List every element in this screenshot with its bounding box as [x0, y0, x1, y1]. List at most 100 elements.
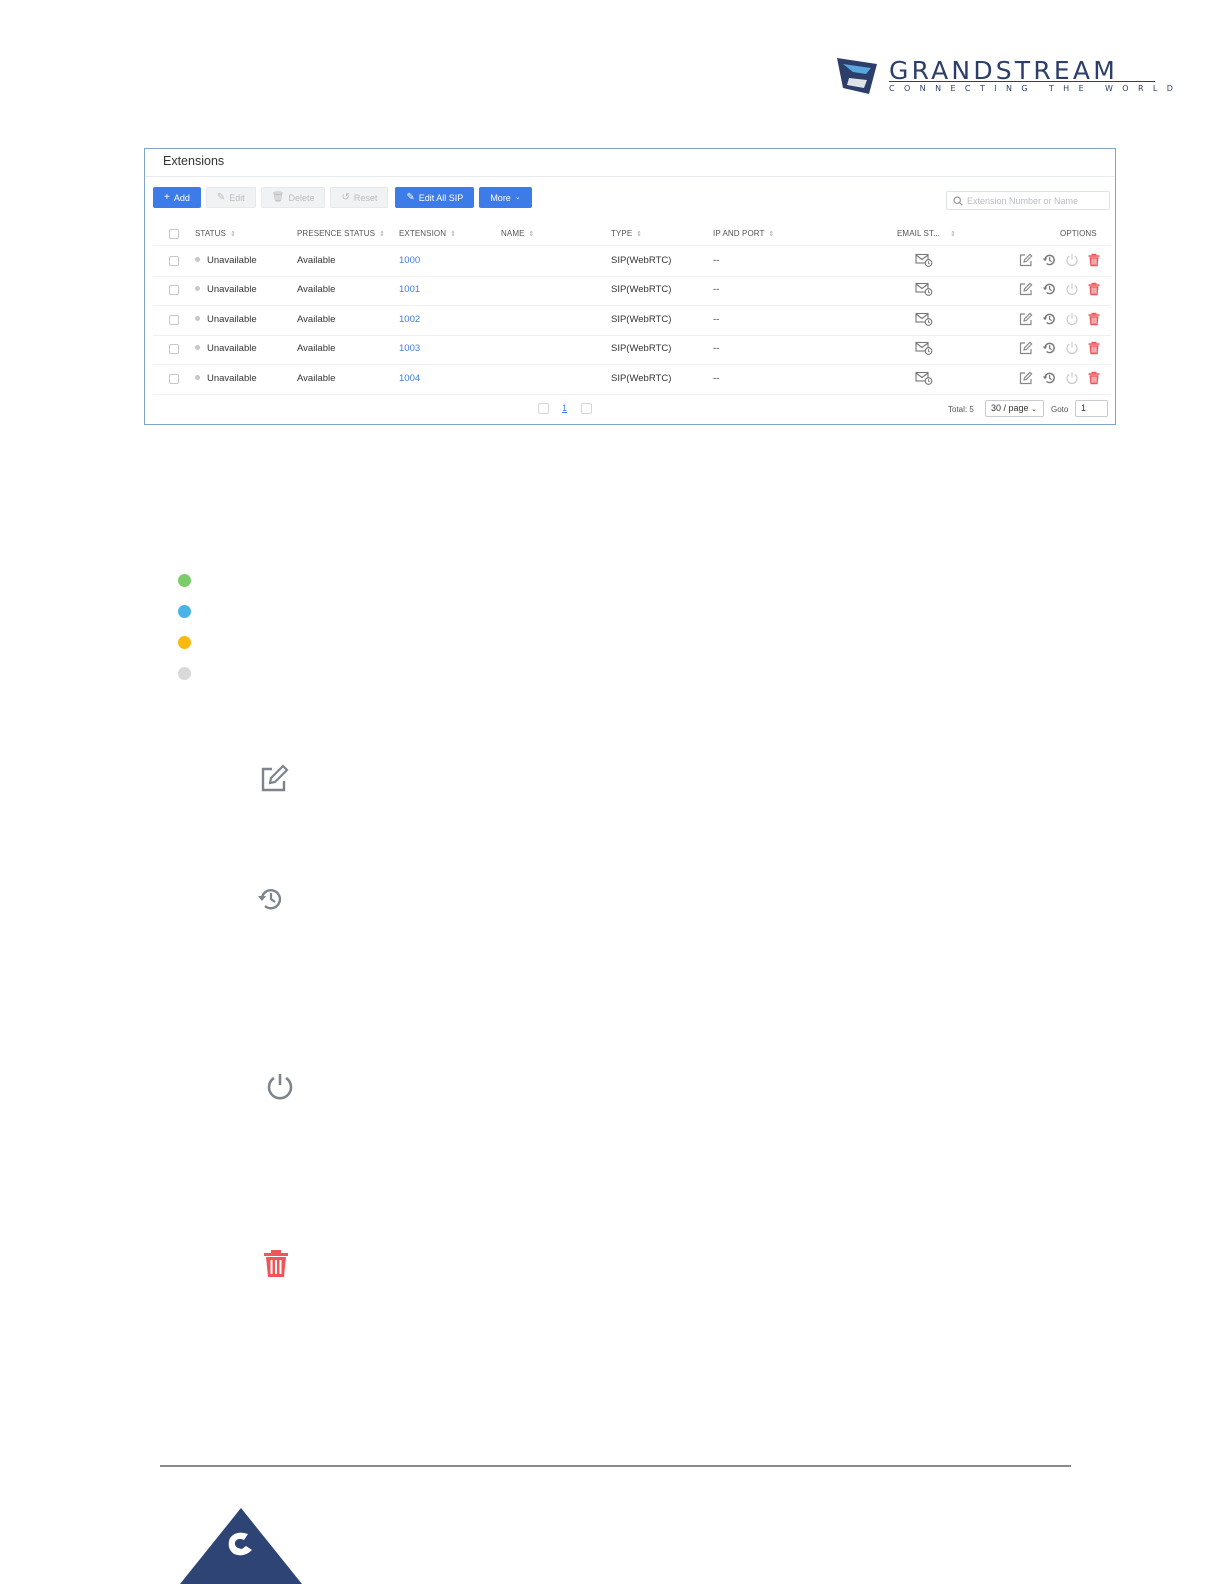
status-cell: Unavailable [195, 284, 257, 295]
column-email-status[interactable]: EMAIL ST... ⇕ [897, 229, 956, 238]
sort-icon: ⇕ [950, 231, 957, 238]
grandstream-logo: GRANDSTREAM CONNECTING THE WORLD [833, 54, 1173, 100]
trash-icon: 🗑 [271, 191, 285, 203]
page-size-value: 30 / page [991, 403, 1029, 413]
ip-port-cell: -- [713, 255, 720, 266]
page-size-select[interactable]: 30 / page ⌄ [985, 400, 1044, 417]
footer-divider [160, 1465, 1071, 1467]
power-icon[interactable] [1065, 341, 1079, 355]
table-row: Unavailable Available 1003 SIP(WebRTC) -- [153, 335, 1111, 365]
brand-divider [889, 81, 1155, 82]
total-count: Total: 5 [948, 405, 974, 414]
reset-history-icon: ↺ [341, 191, 350, 203]
sort-icon: ⇕ [229, 231, 236, 238]
trash-icon[interactable] [1087, 312, 1101, 326]
add-button[interactable]: + Add [153, 187, 201, 208]
email-status-icon[interactable] [915, 282, 933, 296]
trash-icon[interactable] [1087, 371, 1101, 385]
edit-icon: ✎ [216, 191, 226, 203]
extension-link[interactable]: 1002 [399, 314, 420, 325]
prev-page-button[interactable] [538, 403, 549, 414]
reset-history-icon[interactable] [1042, 253, 1056, 267]
presence-cell: Available [297, 255, 336, 266]
goto-input-value: 1 [1081, 403, 1087, 413]
column-presence[interactable]: PRESENCE STATUS ⇕ [297, 229, 385, 238]
status-dot-gray [178, 667, 191, 680]
page-number[interactable]: 1 [562, 403, 567, 413]
edit-icon[interactable] [1019, 371, 1033, 385]
column-name[interactable]: NAME ⇕ [501, 229, 534, 238]
table-row: Unavailable Available 1001 SIP(WebRTC) -- [153, 276, 1111, 306]
status-dot [195, 316, 200, 321]
status-cell: Unavailable [195, 314, 257, 325]
column-ip-port[interactable]: IP AND PORT ⇕ [713, 229, 774, 238]
chevron-down-icon: ⌄ [514, 194, 521, 201]
status-text: Unavailable [207, 343, 257, 354]
column-type-label: TYPE [611, 229, 633, 238]
row-checkbox[interactable] [169, 315, 179, 325]
column-type[interactable]: TYPE ⇕ [611, 229, 642, 238]
extension-link[interactable]: 1004 [399, 373, 420, 384]
column-options: OPTIONS [1060, 229, 1097, 238]
search-icon [953, 195, 963, 206]
reset-history-icon[interactable] [1042, 282, 1056, 296]
ip-port-cell: -- [713, 373, 720, 384]
edit-icon[interactable] [1019, 341, 1033, 355]
row-checkbox[interactable] [169, 374, 179, 384]
more-button[interactable]: More ⌄ [479, 187, 532, 208]
email-status-icon[interactable] [915, 341, 933, 355]
column-status[interactable]: STATUS ⇕ [195, 229, 236, 238]
goto-input[interactable]: 1 [1075, 400, 1108, 417]
status-text: Unavailable [207, 373, 257, 384]
brand-tagline: CONNECTING THE WORLD [889, 84, 1183, 93]
edit-icon[interactable] [1019, 312, 1033, 326]
delete-button[interactable]: 🗑 Delete [260, 187, 326, 208]
edit-button[interactable]: ✎ Edit [205, 187, 256, 208]
presence-cell: Available [297, 284, 336, 295]
search-box [946, 191, 1110, 210]
reset-history-icon[interactable] [1042, 371, 1056, 385]
edit-icon[interactable] [1019, 282, 1033, 296]
power-icon[interactable] [1065, 282, 1079, 296]
status-text: Unavailable [207, 255, 257, 266]
extension-link[interactable]: 1003 [399, 343, 420, 354]
edit-icon [261, 764, 289, 792]
power-icon[interactable] [1065, 371, 1079, 385]
column-extension[interactable]: EXTENSION ⇕ [399, 229, 456, 238]
reset-history-icon[interactable] [1042, 341, 1056, 355]
table-header: STATUS ⇕ PRESENCE STATUS ⇕ EXTENSION ⇕ NAME… [153, 223, 1111, 246]
row-checkbox[interactable] [169, 285, 179, 295]
email-status-icon[interactable] [915, 312, 933, 326]
row-checkbox[interactable] [169, 256, 179, 266]
status-cell: Unavailable [195, 343, 257, 354]
trash-icon [264, 1250, 288, 1277]
trash-icon[interactable] [1087, 341, 1101, 355]
search-input[interactable] [967, 195, 1107, 206]
select-all-checkbox[interactable] [169, 229, 179, 239]
ip-port-cell: -- [713, 343, 720, 354]
pagination: 1 Total: 5 30 / page ⌄ Goto 1 [145, 399, 1115, 419]
next-page-button[interactable] [581, 403, 592, 414]
goto-label: Goto [1051, 405, 1069, 414]
sort-icon: ⇕ [379, 231, 386, 238]
email-status-icon[interactable] [915, 371, 933, 385]
trash-icon[interactable] [1087, 253, 1101, 267]
column-status-label: STATUS [195, 229, 226, 238]
status-text: Unavailable [207, 284, 257, 295]
edit-icon[interactable] [1019, 253, 1033, 267]
email-status-icon[interactable] [915, 253, 933, 267]
trash-icon[interactable] [1087, 282, 1101, 296]
delete-button-label: Delete [288, 192, 315, 203]
extension-link[interactable]: 1000 [399, 255, 420, 266]
power-icon[interactable] [1065, 312, 1079, 326]
reset-button[interactable]: ↺ Reset [330, 187, 389, 208]
extension-link[interactable]: 1001 [399, 284, 420, 295]
row-checkbox[interactable] [169, 344, 179, 354]
edit-all-sip-button[interactable]: ✎ Edit All SIP [395, 187, 475, 208]
column-email-label: EMAIL ST... [897, 229, 941, 238]
panel-title: Extensions [163, 154, 225, 168]
reset-history-icon[interactable] [1042, 312, 1056, 326]
status-text: Unavailable [207, 314, 257, 325]
power-icon[interactable] [1065, 253, 1079, 267]
column-ip-port-label: IP AND PORT [713, 229, 765, 238]
